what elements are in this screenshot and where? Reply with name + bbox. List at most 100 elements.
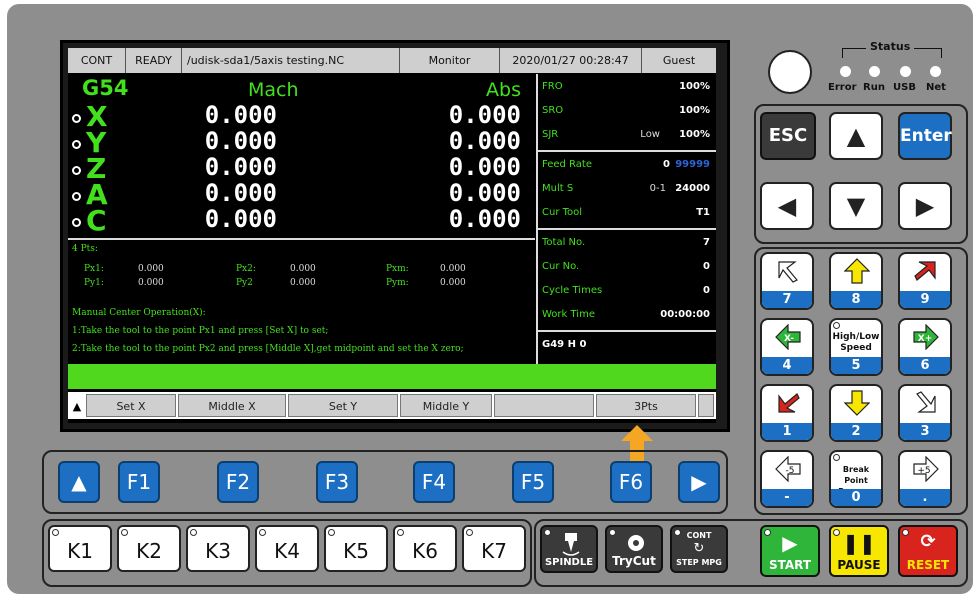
page-right-button[interactable]: ▶ [678, 461, 720, 503]
led-icon [466, 529, 473, 536]
arrow-down-icon [844, 390, 870, 416]
mode-status: CONT [68, 48, 126, 73]
jog-x-minus-key[interactable]: X- 4 [760, 318, 814, 376]
diagonal-arrow-icon [916, 391, 936, 413]
wcs-label: G54 [82, 76, 129, 100]
divider [538, 330, 716, 332]
mach-header: Mach [248, 79, 299, 101]
jog-x-plus-key[interactable]: X+ 6 [898, 318, 952, 376]
softkey-middle-y[interactable]: Middle Y [400, 394, 492, 417]
down-arrow-button[interactable]: ▼ [829, 182, 883, 230]
divider [538, 150, 716, 152]
px2-value: 0.000 [290, 264, 316, 274]
k7-button[interactable]: K7 [462, 525, 526, 572]
k2-button[interactable]: K2 [117, 525, 181, 572]
pxm-value: 0.000 [440, 264, 466, 274]
axis-label: C [86, 204, 107, 237]
high-low-speed-key[interactable]: High/Low Speed 5 [829, 318, 883, 376]
reset-icon: ⟳ [920, 531, 936, 552]
rotate-icon: ↻ [693, 541, 705, 556]
right-arrow-button[interactable]: ▶ [898, 182, 952, 230]
jog-key-7[interactable]: 7 [760, 252, 814, 310]
abs-value: 0.000 [448, 205, 521, 233]
softkey-3pts[interactable]: 3Pts [596, 394, 696, 417]
usb-label: USB [893, 82, 916, 93]
jog-key-3[interactable]: 3 [898, 384, 952, 442]
f3-button[interactable]: F3 [316, 461, 358, 503]
py2-label: Py2 [236, 278, 253, 288]
step-plus-key[interactable]: +5 . [898, 450, 952, 508]
start-button[interactable]: ▶ START [760, 525, 820, 577]
mach-value: 0.000 [204, 101, 277, 129]
softkey-5[interactable] [494, 394, 594, 417]
file-path: /udisk-sda1/5axis testing.NC [182, 48, 400, 73]
svg-text:+5: +5 [917, 466, 930, 476]
view-mode: Monitor [400, 48, 500, 73]
spindle-button[interactable]: SPINDLE [540, 525, 598, 573]
error-label: Error [828, 82, 857, 93]
softkey-set-y[interactable]: Set Y [288, 394, 398, 417]
axis-indicator-icon [72, 140, 81, 149]
gcode-row: G49 H 0 [542, 339, 587, 350]
svg-text:X-: X- [784, 334, 794, 344]
diagonal-arrow-icon [778, 261, 798, 283]
mach-value: 0.000 [204, 179, 277, 207]
worktime-row: Work Time 00:00:00 [542, 309, 710, 320]
cont-step-mpg-button[interactable]: CONT ↻ STEP MPG [670, 525, 728, 573]
f2-button[interactable]: F2 [217, 461, 259, 503]
axis-indicator-icon [72, 114, 81, 123]
jog-y-plus-key[interactable]: 8 [829, 252, 883, 310]
spindle-icon [562, 533, 580, 556]
softkey-bar: ▲ Set X Middle X Set Y Middle Y 3Pts [68, 392, 716, 419]
led-icon [609, 529, 616, 536]
f5-button[interactable]: F5 [512, 461, 554, 503]
softkey-up[interactable]: ▲ [70, 394, 84, 417]
softkey-set-x[interactable]: Set X [86, 394, 176, 417]
k4-button[interactable]: K4 [255, 525, 319, 572]
cycle-row: Cycle Times 0 [542, 285, 710, 296]
up-arrow-button[interactable]: ▲ [829, 112, 883, 160]
step-minus-key[interactable]: -5 - [760, 450, 814, 508]
pause-button[interactable]: ❚❚ PAUSE [829, 525, 889, 577]
break-point-resume-key[interactable]: Break PointResume 0 [829, 450, 883, 508]
esc-button[interactable]: ESC [760, 112, 816, 160]
pause-icon: ❚❚ [842, 531, 876, 555]
led-icon [544, 529, 551, 536]
left-arrow-button[interactable]: ◀ [760, 182, 814, 230]
page-up-button[interactable]: ▲ [58, 461, 100, 503]
axis-indicator-icon [72, 166, 81, 175]
user: Guest [642, 48, 716, 73]
svg-text:-5: -5 [786, 466, 795, 476]
f1-button[interactable]: F1 [118, 461, 160, 503]
pym-value: 0.000 [440, 278, 466, 288]
reset-button[interactable]: ⟳ RESET [898, 525, 958, 577]
mach-value: 0.000 [204, 127, 277, 155]
jog-key-1[interactable]: 1 [760, 384, 814, 442]
k6-button[interactable]: K6 [393, 525, 457, 572]
f4-button[interactable]: F4 [413, 461, 455, 503]
run-led [869, 66, 880, 77]
net-label: Net [926, 82, 946, 93]
softkey-7[interactable] [698, 394, 714, 417]
pxm-label: Pxm: [386, 264, 409, 274]
k5-button[interactable]: K5 [324, 525, 388, 572]
jog-y-minus-key[interactable]: 2 [829, 384, 883, 442]
trycut-button[interactable]: TryCut [605, 525, 663, 573]
led-icon [190, 529, 197, 536]
trycut-icon [628, 535, 644, 551]
f6-button[interactable]: F6 [610, 461, 652, 503]
status-title: Status [866, 40, 915, 53]
softkey-middle-x[interactable]: Middle X [178, 394, 286, 417]
sjr-row: SJR Low 100% [542, 129, 710, 140]
jog-key-9[interactable]: 9 [898, 252, 952, 310]
operation-panel: 4 Pts: Px1: 0.000 Px2: 0.000 Pxm: 0.000 … [68, 238, 535, 373]
arrow-right-icon: +5 [913, 456, 939, 482]
led-icon [52, 529, 59, 536]
enter-button[interactable]: Enter [898, 112, 952, 160]
arrow-left-icon: -5 [775, 456, 801, 482]
k1-button[interactable]: K1 [48, 525, 112, 572]
sro-row: SRO 100% [542, 105, 710, 116]
ops-line: Manual Center Operation(X): [72, 308, 206, 318]
k3-button[interactable]: K3 [186, 525, 250, 572]
ops-line: 1:Take the tool to the point Px1 and pre… [72, 326, 329, 336]
